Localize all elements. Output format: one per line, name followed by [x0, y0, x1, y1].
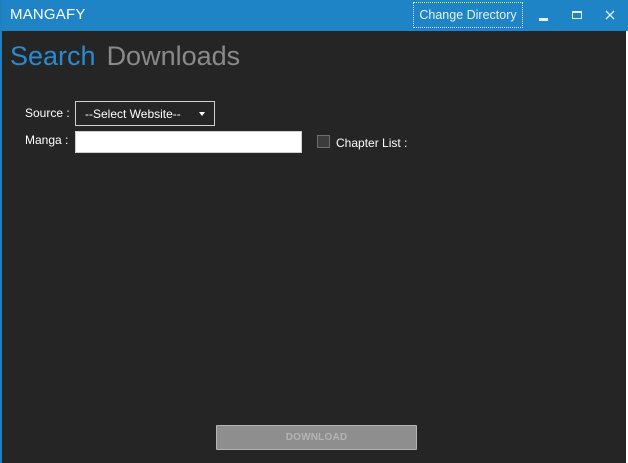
title-bar: MANGAFY Change Directory [2, 0, 628, 31]
maximize-icon [572, 11, 582, 19]
download-button[interactable]: DOWNLOAD [216, 425, 417, 450]
source-select[interactable]: --Select Website-- [75, 101, 215, 126]
close-icon [605, 10, 615, 20]
tab-search[interactable]: Search [10, 39, 96, 73]
manga-input[interactable] [75, 131, 302, 153]
tab-downloads[interactable]: Downloads [107, 39, 241, 73]
chapter-list-label: Chapter List : [336, 136, 408, 150]
chapter-list-checkbox[interactable] [317, 135, 330, 148]
change-directory-button[interactable]: Change Directory [413, 2, 523, 28]
source-select-value: --Select Website-- [85, 106, 181, 121]
minimize-button[interactable] [528, 4, 558, 26]
chevron-down-icon [199, 112, 205, 116]
maximize-button[interactable] [562, 4, 592, 26]
app-title: MANGAFY [10, 6, 86, 23]
tab-bar: Search Downloads [10, 39, 240, 73]
app-window: MANGAFY Change Directory Search Download… [0, 0, 628, 463]
close-button[interactable] [595, 4, 625, 26]
minimize-icon [538, 17, 548, 21]
source-label: Source : [25, 106, 70, 120]
manga-label: Manga : [25, 133, 69, 147]
